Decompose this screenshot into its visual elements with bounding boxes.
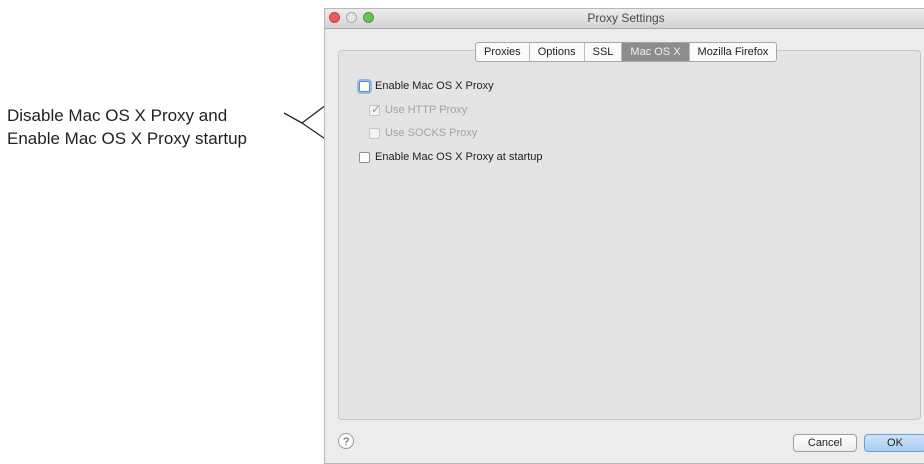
use-socks-proxy-checkbox[interactable]: [369, 127, 380, 139]
enable-proxy-startup-checkbox[interactable]: [359, 151, 370, 163]
checkmark-icon: ✓: [371, 101, 382, 116]
title-bar: Proxy Settings: [325, 9, 924, 29]
proxy-settings-window: Proxy Settings Proxies Options SSL Mac O…: [324, 8, 924, 464]
help-icon[interactable]: ?: [338, 433, 354, 449]
enable-proxy-checkbox[interactable]: [359, 80, 370, 92]
ok-button[interactable]: OK: [864, 434, 924, 452]
annotation-line-1: Disable Mac OS X Proxy and: [7, 106, 228, 125]
tab-bar: Proxies Options SSL Mac OS X Mozilla Fir…: [475, 42, 778, 62]
use-socks-proxy-label: Use SOCKS Proxy: [385, 127, 478, 139]
tab-mozilla-firefox[interactable]: Mozilla Firefox: [690, 43, 777, 61]
use-http-proxy-checkbox[interactable]: ✓: [369, 101, 382, 116]
window-title: Proxy Settings: [587, 11, 665, 25]
enable-proxy-startup-option[interactable]: Enable Mac OS X Proxy at startup: [359, 149, 543, 165]
enable-proxy-label: Enable Mac OS X Proxy: [375, 80, 494, 92]
tab-mac-os-x[interactable]: Mac OS X: [622, 43, 690, 61]
tab-proxies[interactable]: Proxies: [476, 43, 530, 61]
enable-proxy-startup-label: Enable Mac OS X Proxy at startup: [375, 151, 543, 163]
tab-options[interactable]: Options: [530, 43, 585, 61]
annotation-line-2: Enable Mac OS X Proxy startup: [7, 129, 247, 148]
use-socks-proxy-option[interactable]: Use SOCKS Proxy: [369, 125, 477, 141]
tab-ssl[interactable]: SSL: [585, 43, 623, 61]
annotation-callout: Disable Mac OS X Proxy and Enable Mac OS…: [7, 104, 247, 150]
enable-proxy-option[interactable]: Enable Mac OS X Proxy: [359, 78, 494, 94]
use-http-proxy-label: Use HTTP Proxy: [385, 104, 468, 116]
cancel-button[interactable]: Cancel: [793, 434, 857, 452]
use-http-proxy-option[interactable]: ✓ Use HTTP Proxy: [369, 102, 467, 118]
